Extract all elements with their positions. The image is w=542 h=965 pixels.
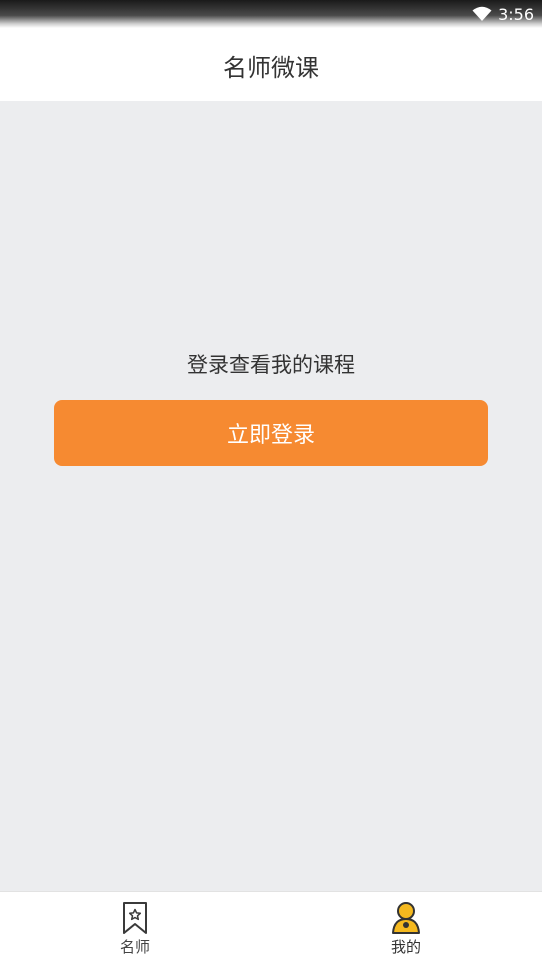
- bottom-tab-bar: 名师 我的: [0, 891, 542, 964]
- bookmark-star-icon: [122, 901, 148, 935]
- tab-mine[interactable]: 我的: [346, 892, 466, 965]
- login-prompt: 登录查看我的课程: [187, 353, 355, 377]
- login-button[interactable]: 立即登录: [54, 400, 488, 466]
- status-time: 3:56: [498, 4, 534, 24]
- status-bar: 3:56: [0, 0, 542, 28]
- page-title: 名师微课: [223, 54, 319, 82]
- tab-teachers-label: 名师: [119, 938, 150, 956]
- wifi-icon: [472, 6, 492, 22]
- status-indicators: 3:56: [472, 4, 534, 24]
- tab-teachers[interactable]: 名师: [75, 892, 195, 965]
- user-icon: [391, 901, 421, 935]
- app-header: 名师微课: [0, 28, 542, 101]
- main-content: 登录查看我的课程 立即登录: [0, 101, 542, 891]
- tab-mine-label: 我的: [390, 938, 421, 956]
